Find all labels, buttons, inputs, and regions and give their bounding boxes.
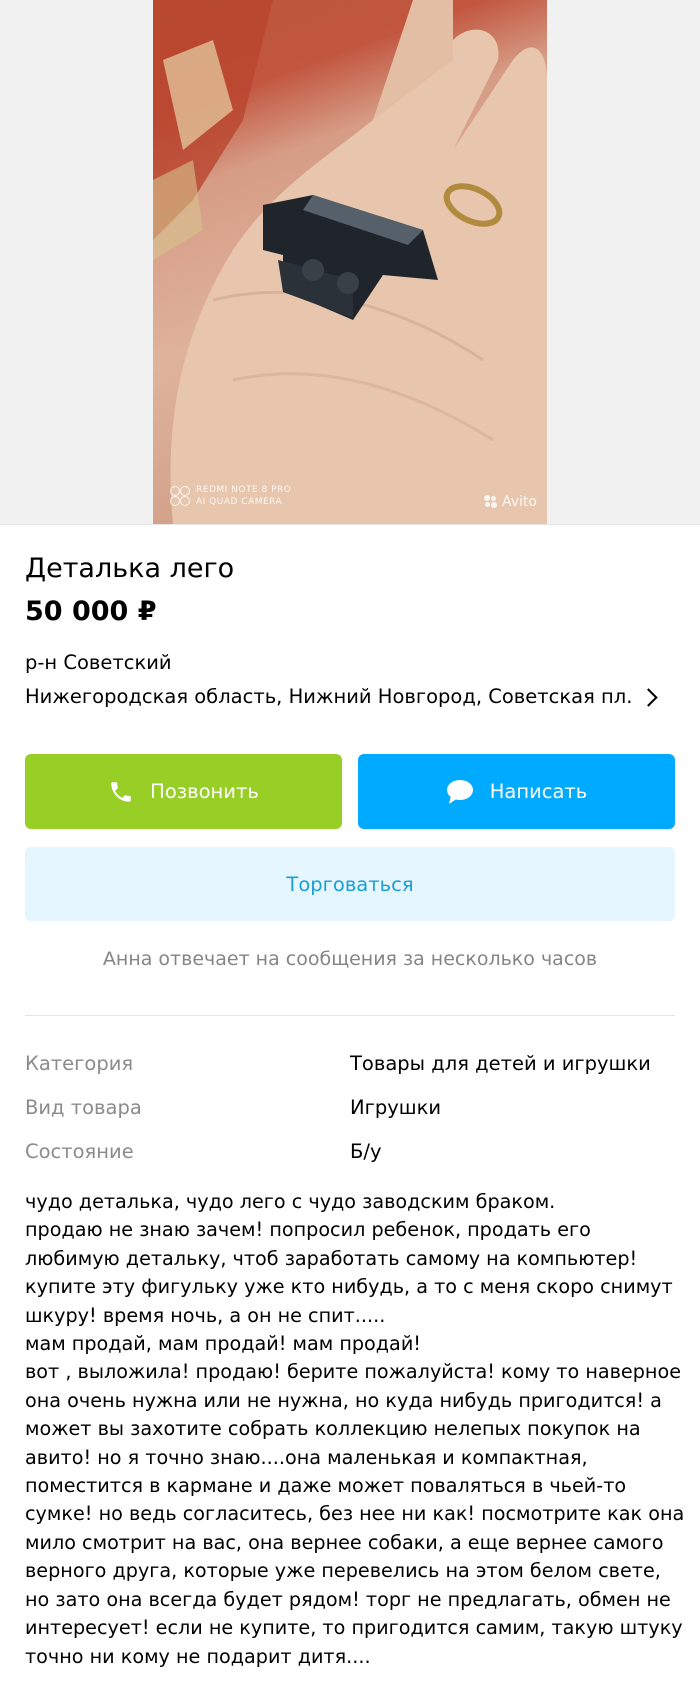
camera-brand-icon xyxy=(170,486,190,506)
bargain-button-label: Торговаться xyxy=(286,872,414,896)
camera-watermark: REDMI NOTE 8 PRO AI QUAD CAMERA xyxy=(170,484,291,508)
chevron-right-icon xyxy=(639,687,659,707)
param-label-condition: Состояние xyxy=(25,1140,134,1163)
listing-title: Деталька лего xyxy=(25,553,235,584)
photo-illustration xyxy=(153,0,547,524)
listing-photo[interactable] xyxy=(153,0,547,524)
avito-watermark: Avito xyxy=(484,494,537,510)
param-value-category: Товары для детей и игрушки xyxy=(350,1052,651,1075)
address-link[interactable]: Нижегородская область, Нижний Новгород, … xyxy=(25,684,675,710)
write-button[interactable]: Написать xyxy=(358,754,675,829)
call-button[interactable]: Позвонить xyxy=(25,754,342,829)
write-button-label: Написать xyxy=(489,780,588,803)
avito-watermark-text: Avito xyxy=(502,494,537,510)
param-label-type: Вид товара xyxy=(25,1096,142,1119)
camera-watermark-line-1: REDMI NOTE 8 PRO xyxy=(196,485,292,495)
listing-district: р-н Советский xyxy=(25,651,172,674)
phone-icon xyxy=(108,779,134,805)
call-button-label: Позвонить xyxy=(150,780,259,803)
listing-address: Нижегородская область, Нижний Новгород, … xyxy=(25,685,633,708)
param-value-type: Игрушки xyxy=(350,1096,442,1119)
camera-watermark-text: REDMI NOTE 8 PRO AI QUAD CAMERA xyxy=(196,484,291,508)
message-icon xyxy=(446,779,474,805)
bargain-button[interactable]: Торговаться xyxy=(25,847,675,921)
listing-price: 50 000 ₽ xyxy=(25,596,157,627)
camera-watermark-line-2: AI QUAD CAMERA xyxy=(196,497,283,507)
listing-description: чудо деталька, чудо лего с чудо заводски… xyxy=(25,1190,685,1668)
photo-gallery[interactable]: REDMI NOTE 8 PRO AI QUAD CAMERA Avito xyxy=(0,0,700,525)
divider xyxy=(25,1015,675,1016)
param-label-category: Категория xyxy=(25,1052,134,1075)
avito-logo-icon xyxy=(484,495,498,509)
param-value-condition: Б/у xyxy=(350,1140,382,1163)
seller-response-note: Анна отвечает на сообщения за несколько … xyxy=(102,948,598,970)
